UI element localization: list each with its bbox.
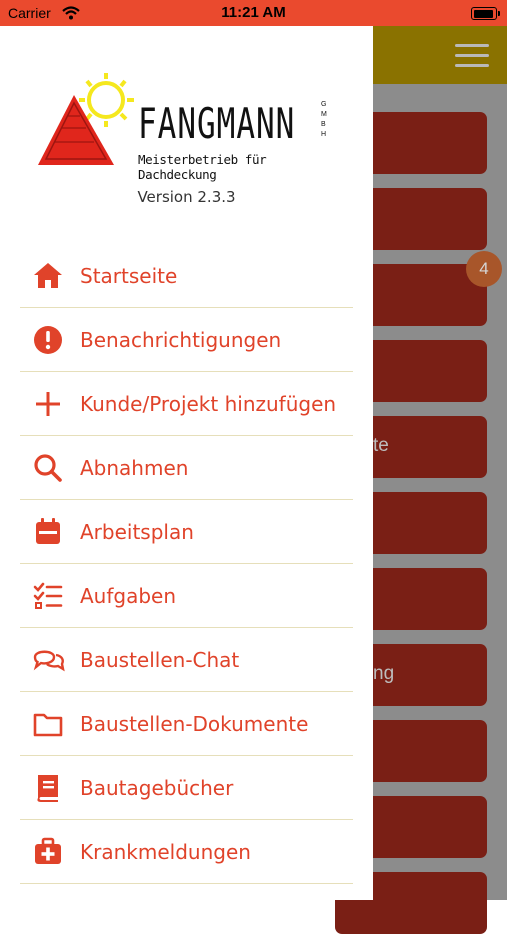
menu-item-benachrichtigungen[interactable]: Benachrichtigungen (20, 308, 353, 372)
battery-icon (471, 7, 500, 20)
menu-item-bautagebuecher[interactable]: Bautagebücher (20, 756, 353, 820)
chat-icon (32, 644, 65, 676)
logo-legal-form: GMBH (321, 101, 327, 138)
menu-item-label: Abnahmen (80, 456, 189, 480)
menu-item-label: Krankmeldungen (80, 840, 251, 864)
folder-icon (32, 708, 64, 740)
medical-kit-icon (32, 836, 64, 868)
menu-item-baustellen-chat[interactable]: Baustellen-Chat (20, 628, 353, 692)
tile-label-fragment: te (373, 435, 389, 456)
app-version: Version 2.3.3 (137, 188, 236, 206)
status-bar: Carrier 11:21 AM (0, 0, 507, 26)
clock: 11:21 AM (221, 4, 286, 21)
tile-label-fragment: ng (373, 663, 395, 684)
menu-item-kunde-projekt[interactable]: Kunde/Projekt hinzufügen (20, 372, 353, 436)
search-icon (32, 452, 64, 484)
menu-item-abnahmen[interactable]: Abnahmen (20, 436, 353, 500)
home-icon (32, 260, 64, 292)
plus-icon (32, 388, 64, 420)
menu-item-label: Startseite (80, 264, 178, 288)
menu-item-aufgaben[interactable]: Aufgaben (20, 564, 353, 628)
menu-item-baustellen-dokumente[interactable]: Baustellen-Dokumente (20, 692, 353, 756)
notification-badge: 4 (466, 251, 502, 287)
drawer-menu: Startseite Benachrichtigungen Kunde/Proj… (20, 244, 353, 884)
menu-item-krankmeldungen[interactable]: Krankmeldungen (20, 820, 353, 884)
menu-item-label: Arbeitsplan (80, 520, 194, 544)
calendar-icon (32, 516, 64, 548)
book-icon (32, 772, 64, 804)
logo-company-name: FANGMANN (138, 100, 296, 149)
menu-item-label: Kunde/Projekt hinzufügen (80, 392, 337, 416)
menu-icon[interactable] (455, 42, 489, 68)
logo-tagline: Meisterbetrieb für Dachdeckung (138, 152, 267, 182)
menu-item-startseite[interactable]: Startseite (20, 244, 353, 308)
menu-item-label: Baustellen-Dokumente (80, 712, 309, 736)
menu-item-label: Aufgaben (80, 584, 177, 608)
menu-item-label: Baustellen-Chat (80, 648, 240, 672)
navigation-drawer: FANGMANN GMBH Meisterbetrieb für Dachdec… (0, 26, 373, 900)
menu-item-label: Bautagebücher (80, 776, 234, 800)
company-logo: FANGMANN GMBH Meisterbetrieb für Dachdec… (36, 70, 336, 190)
menu-item-arbeitsplan[interactable]: Arbeitsplan (20, 500, 353, 564)
alert-icon (32, 324, 64, 356)
menu-item-label: Benachrichtigungen (80, 328, 282, 352)
checklist-icon (32, 580, 64, 612)
